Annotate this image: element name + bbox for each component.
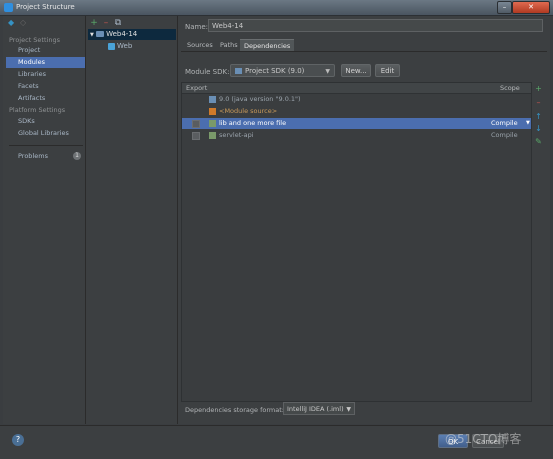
copy-module-icon[interactable]: ⧉ <box>113 18 123 28</box>
storage-format-label: Dependencies storage format: <box>185 406 284 414</box>
edit-dependency-icon[interactable]: ✎ <box>534 137 543 146</box>
remove-module-icon[interactable]: – <box>101 18 111 28</box>
dependencies-table: Export Scope 9.0 (java version "9.0.1") … <box>181 82 532 402</box>
tree-item-web4-14[interactable]: ▼ Web4-14 <box>88 29 176 40</box>
scope-column-header[interactable]: Scope <box>500 84 520 92</box>
add-module-icon[interactable]: + <box>89 18 99 28</box>
tab-divider <box>181 51 547 52</box>
sdk-folder-icon <box>235 68 242 74</box>
export-checkbox[interactable] <box>192 120 200 128</box>
app-icon <box>4 3 13 12</box>
add-dependency-icon[interactable]: + <box>534 84 543 93</box>
dependency-row[interactable]: 9.0 (java version "9.0.1") <box>182 94 531 105</box>
web-facet-icon <box>108 42 115 50</box>
module-sdk-select[interactable]: Project SDK (9.0) ▼ <box>230 64 335 77</box>
window-title: Project Structure <box>16 3 75 11</box>
remove-dependency-icon[interactable]: – <box>534 98 543 107</box>
export-column-header[interactable]: Export <box>186 84 207 92</box>
tree-item-label: Web <box>117 42 133 50</box>
nav-item-global-libraries[interactable]: Global Libraries <box>18 128 85 139</box>
nav-item-artifacts[interactable]: Artifacts <box>18 93 85 104</box>
nav-item-sdks[interactable]: SDKs <box>18 116 85 127</box>
dependency-scope[interactable]: Compile <box>491 118 518 129</box>
settings-nav-panel: ◆ ◇ Project Settings Project Modules Lib… <box>3 16 86 424</box>
tree-item-label: Web4-14 <box>106 30 138 38</box>
tree-item-web-facet[interactable]: Web <box>108 41 132 52</box>
nav-item-libraries[interactable]: Libraries <box>18 69 85 80</box>
name-label: Name: <box>185 23 209 31</box>
folder-icon <box>209 96 216 103</box>
move-down-icon[interactable]: ↓ <box>534 124 543 133</box>
library-icon <box>209 120 216 127</box>
module-settings-panel: Name: Web4-14 Sources Paths Dependencies… <box>178 16 550 424</box>
tab-paths[interactable]: Paths <box>216 39 242 51</box>
dependency-row-selected[interactable]: lib and one more file Compile ▼ <box>182 118 531 129</box>
expand-arrow-icon[interactable]: ▼ <box>90 32 94 38</box>
edit-sdk-button[interactable]: Edit <box>375 64 400 77</box>
move-up-icon[interactable]: ↑ <box>534 112 543 121</box>
close-button[interactable]: ✕ <box>512 1 550 14</box>
new-sdk-button[interactable]: New... <box>341 64 371 77</box>
dropdown-arrow-icon: ▼ <box>325 68 330 75</box>
storage-format-value: IntelliJ IDEA (.iml) <box>287 405 344 413</box>
nav-item-modules[interactable]: Modules <box>6 57 85 68</box>
help-button[interactable]: ? <box>12 434 24 446</box>
back-arrow-icon[interactable]: ◆ <box>8 18 17 27</box>
library-icon <box>209 132 216 139</box>
export-checkbox[interactable] <box>192 132 200 140</box>
module-folder-icon <box>96 31 105 37</box>
dependency-label: <Module source> <box>219 107 278 115</box>
minimize-button[interactable]: – <box>497 1 512 14</box>
storage-format-select[interactable]: IntelliJ IDEA (.iml) ▼ <box>283 402 355 415</box>
dependencies-table-header: Export Scope <box>182 83 531 94</box>
tab-sources[interactable]: Sources <box>183 39 217 51</box>
nav-item-facets[interactable]: Facets <box>18 81 85 92</box>
module-source-icon <box>209 108 216 115</box>
title-bar: Project Structure – ✕ <box>0 0 553 16</box>
module-tree-panel: + – ⧉ ▼ Web4-14 Web <box>86 16 178 424</box>
forward-arrow-icon[interactable]: ◇ <box>20 18 29 27</box>
project-settings-header: Project Settings <box>9 36 60 44</box>
dependency-row[interactable]: servlet-api Compile <box>182 130 531 141</box>
scope-dropdown-icon[interactable]: ▼ <box>526 118 530 129</box>
dependency-label: 9.0 (java version "9.0.1") <box>219 95 301 103</box>
watermark: @51CTO博客 <box>445 432 522 446</box>
dialog-footer: ? OK Cancel @51CTO博客 <box>0 425 553 459</box>
nav-item-project[interactable]: Project <box>18 45 85 56</box>
problems-count-badge: 1 <box>73 152 81 160</box>
dropdown-arrow-icon: ▼ <box>346 406 351 413</box>
dependency-row[interactable]: <Module source> <box>182 106 531 117</box>
nav-divider <box>9 145 83 146</box>
module-sdk-label: Module SDK: <box>185 68 230 76</box>
module-sdk-value: Project SDK (9.0) <box>245 67 305 75</box>
dependency-scope[interactable]: Compile <box>491 130 518 141</box>
platform-settings-header: Platform Settings <box>9 106 66 114</box>
dependency-label: servlet-api <box>219 131 254 139</box>
module-name-input[interactable]: Web4-14 <box>208 19 543 32</box>
dependency-label: lib and one more file <box>219 119 287 127</box>
